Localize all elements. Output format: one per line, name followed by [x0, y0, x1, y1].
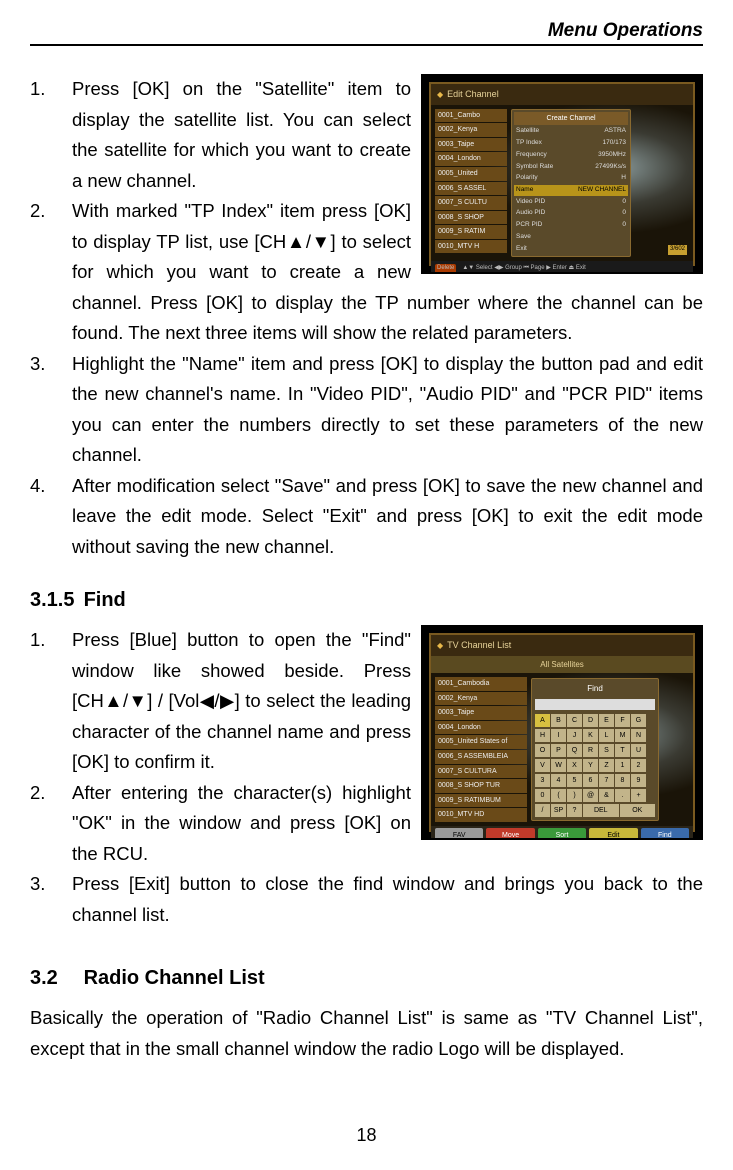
page-number: 18	[0, 1125, 733, 1146]
section-title: Find	[84, 589, 126, 611]
step-item: Press [Exit] button to close the find wi…	[30, 869, 703, 930]
section-find-heading: 3.1.5 Find	[30, 584, 703, 617]
step-item: Press [OK] on the "Satellite" item to di…	[30, 74, 703, 196]
step-item: After entering the character(s) highligh…	[30, 778, 703, 870]
step-item: After modification select "Save" and pre…	[30, 471, 703, 563]
step-item: Highlight the "Name" item and press [OK]…	[30, 349, 703, 471]
section-title: Radio Channel List	[84, 967, 265, 989]
step-item: Press [Blue] button to open the "Find" w…	[30, 625, 703, 778]
page-header-title: Menu Operations	[548, 20, 703, 42]
section-number: 3.2	[30, 962, 78, 995]
section-number: 3.1.5	[30, 584, 78, 617]
section-find-steps: Press [Blue] button to open the "Find" w…	[30, 625, 703, 930]
section-radio-heading: 3.2 Radio Channel List	[30, 962, 703, 995]
step-item: With marked "TP Index" item press [OK] t…	[30, 196, 703, 349]
section-radio-body: Basically the operation of "Radio Channe…	[30, 1003, 703, 1064]
header-divider	[30, 44, 703, 46]
section1-steps: Press [OK] on the "Satellite" item to di…	[30, 74, 703, 562]
